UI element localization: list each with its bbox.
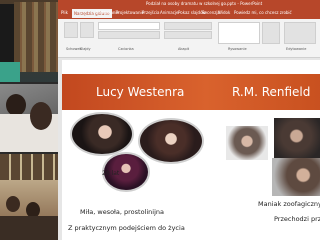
renfield-photo-1 — [226, 126, 268, 160]
tab-animations[interactable]: Animacje — [160, 10, 179, 15]
tab-design[interactable]: Projektowanie — [116, 10, 144, 15]
right-heading: R.M. Renfield — [232, 85, 311, 99]
tab-file[interactable]: Plik — [61, 10, 68, 15]
person-silhouette — [0, 4, 14, 64]
arrange-button[interactable] — [262, 22, 280, 44]
ribbon-toolbar: Schowek Slajdy Czcionka Akapit Rysowanie… — [58, 19, 320, 58]
tell-me-box[interactable]: Powiedz mi, co chcesz zrobić — [234, 10, 292, 15]
renfield-text: Przechodzi prze — [274, 215, 320, 223]
tab-view[interactable]: Widok — [218, 10, 230, 15]
person-head — [6, 196, 20, 212]
ribbon-tabs: Plik Narzędzia główne Wstawianie Projekt… — [58, 8, 320, 19]
left-heading: Lucy Westenra — [96, 85, 185, 99]
font-format-bar[interactable] — [98, 31, 160, 39]
bookshelf — [14, 2, 58, 72]
tab-transitions[interactable]: Przejścia — [142, 10, 160, 15]
shapes-gallery[interactable] — [218, 22, 260, 44]
group-label-slides: Slajdy — [80, 47, 91, 51]
renfield-photo-3 — [272, 158, 320, 196]
title-bar: Podział na osoby dramatu w szkolnej go.p… — [58, 0, 320, 8]
lucy-photo-2 — [138, 118, 204, 164]
renfield-photo-2 — [274, 118, 320, 158]
person-head — [6, 94, 26, 116]
desk-area — [0, 216, 58, 240]
powerpoint-window: Podział na osoby dramatu w szkolnej go.p… — [58, 0, 320, 240]
alignment-bar[interactable] — [164, 31, 212, 39]
lucy-traits: Miła, wesoła, prostolinijna — [80, 208, 165, 216]
green-shirt — [0, 62, 20, 82]
wall-frames — [0, 154, 58, 180]
lucy-photo-1 — [70, 112, 134, 156]
paragraph-bar[interactable] — [164, 22, 212, 30]
font-name-dropdown[interactable] — [98, 22, 160, 30]
group-label-paragraph: Akapit — [178, 47, 190, 51]
video-feed-3[interactable] — [0, 154, 58, 240]
group-label-font: Czcionka — [118, 47, 134, 51]
lucy-attitude: Z praktycznym podejściem do życia — [68, 224, 185, 232]
editing-buttons[interactable] — [284, 22, 316, 44]
lucy-age: 20 lat — [102, 170, 120, 177]
group-label-editing: Edytowanie — [286, 47, 307, 51]
paste-button[interactable] — [64, 22, 78, 38]
video-feed-2[interactable] — [0, 84, 58, 152]
video-feed-1[interactable] — [0, 0, 58, 82]
title-banner: Lucy Westenra R.M. Renfield — [62, 74, 320, 110]
group-label-drawing: Rysowanie — [228, 47, 247, 51]
new-slide-button[interactable] — [80, 22, 94, 38]
video-feeds-panel — [0, 0, 58, 240]
person-head-2 — [30, 102, 52, 130]
slide[interactable]: Lucy Westenra R.M. Renfield 20 lat Miła,… — [62, 60, 320, 240]
window-title: Podział na osoby dramatu w szkolnej go.p… — [146, 1, 263, 6]
renfield-trait: Maniak zoofagiczny — [258, 200, 320, 208]
